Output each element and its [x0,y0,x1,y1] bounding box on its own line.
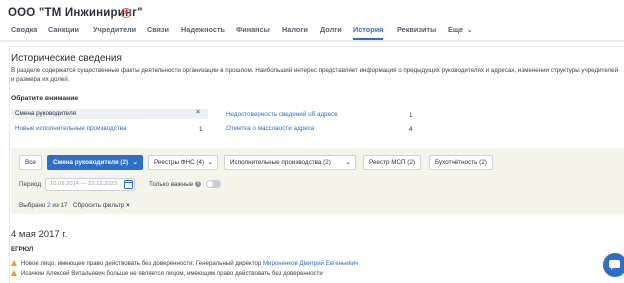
warning-icon [11,270,17,276]
filter-chip-label: Смена руководителя (2) [53,159,129,166]
tab-debts[interactable]: Долги [320,23,342,40]
attention-item-link[interactable]: Недостоверность сведений об адресе [226,111,338,119]
reset-filter-label: Сбросить фильтр [73,202,125,209]
section-description: В разделе содержатся существенные факты … [11,67,619,83]
attention-title: Обратите внимание [11,95,79,102]
selected-prefix: Выбрано [19,202,46,209]
attention-item-label[interactable]: Смена руководителя [15,110,76,118]
important-only-label: Только важные [149,181,194,188]
event-item: Исачкин Алексей Витальевич больше не явл… [11,270,323,277]
selected-suffix: из 17 [52,202,68,209]
selected-count[interactable]: 2 [47,202,51,209]
calendar-icon[interactable] [124,180,133,189]
tab-finance[interactable]: Финансы [236,23,270,40]
event-text: Исачкин Алексей Витальевич больше не явл… [21,270,323,277]
filter-all-button[interactable]: Все [19,155,42,170]
event-item: Новое лицо, имеющее право действовать бе… [11,260,358,267]
tab-history[interactable]: История [353,23,384,40]
filter-msp-registry[interactable]: Реестр МСП (2) [363,155,421,170]
event-section-title: ЕГРЮЛ [11,246,34,253]
attention-item-link[interactable]: Новые исполнительные производства [15,125,127,133]
attention-item-count: 1 [409,112,413,119]
header-divider [0,40,624,42]
tab-taxes[interactable]: Налоги [282,23,308,40]
close-icon[interactable]: × [196,109,200,116]
chevron-down-icon: ⌄ [207,159,213,166]
attention-item-link[interactable]: Отметка о массовости адреса [226,125,314,133]
warning-icon [11,260,17,266]
chevron-down-icon: ⌄ [467,27,473,34]
period-label: Период [19,181,42,188]
important-only-toggle[interactable] [206,180,221,188]
chat-icon[interactable] [603,253,624,277]
event-text: Новое лицо, имеющее право действовать бе… [21,260,263,267]
tab-bar: Сводка Санкции Учредители Связи Надежнос… [0,23,624,40]
event-date: 4 мая 2017 г. [11,229,68,240]
tab-requisites[interactable]: Реквизиты [397,23,436,40]
tab-links[interactable]: Связи [147,23,169,40]
section-title: Исторические сведения [11,53,122,64]
filter-accounting[interactable]: Бухотчётность (2) [429,155,493,170]
person-link[interactable]: Мироненков Дмитрий Евгеньевич [263,260,358,267]
attention-item-count: 4 [409,126,413,133]
filter-enforcement[interactable]: Исполнительные производства (2) ⌄ [224,155,356,170]
tab-summary[interactable]: Сводка [11,23,37,40]
tab-more-label: Еще [448,25,464,34]
tab-founders[interactable]: Учредители [93,23,136,40]
filter-chip-label: Реестры ФНС (4) [154,159,205,166]
filter-fns-registry[interactable]: Реестры ФНС (4) ⌄ [148,155,218,170]
reset-filter-link[interactable]: Сбросить фильтр × [73,202,130,209]
filter-director-change[interactable]: Смена руководителя (2) ⌄ [47,155,143,170]
selected-count-text: Выбрано 2 из 17 [19,202,68,209]
chevron-down-icon: ⌄ [132,159,138,166]
filter-chip-label: Исполнительные производства (2) [230,159,331,166]
attention-item-count: 1 [199,126,203,133]
tab-more[interactable]: Еще ⌄ [448,23,473,40]
close-icon: × [126,202,130,209]
chevron-down-icon: ⌄ [345,159,351,166]
period-input[interactable]: 10.09.2014 — 22.12.2023 [45,178,135,191]
tab-reliability[interactable]: Надежность [181,23,225,40]
help-icon[interactable]: ? [195,181,201,187]
close-icon[interactable]: × [121,8,131,18]
tab-sanctions[interactable]: Санкции [48,23,79,40]
company-header: ООО "ТМ Инжиниринг" × Сводка Санкции Учр… [0,0,624,40]
